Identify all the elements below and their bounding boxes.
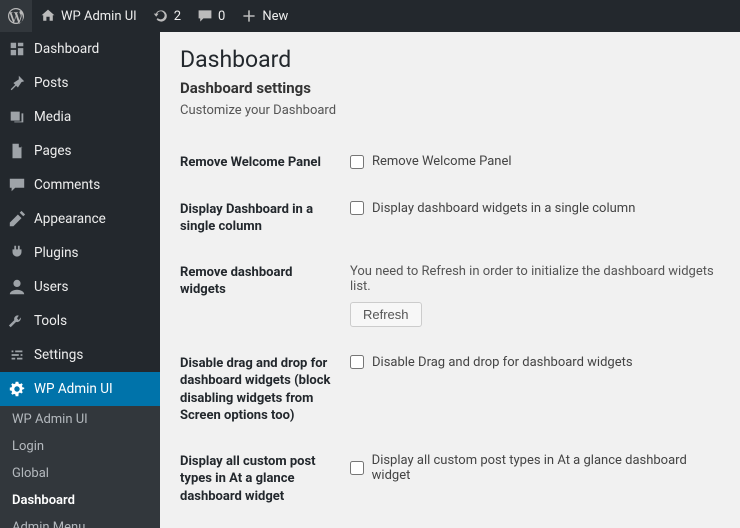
users-icon — [8, 278, 26, 296]
page-title: Dashboard — [180, 46, 720, 73]
new-link[interactable]: New — [233, 0, 296, 32]
menu-plugins[interactable]: Plugins — [0, 236, 160, 270]
page-description: Customize your Dashboard — [180, 103, 720, 118]
cb-single-col-text: Display dashboard widgets in a single co… — [372, 201, 635, 216]
menu-pages[interactable]: Pages — [0, 134, 160, 168]
update-icon — [153, 8, 169, 24]
comment-icon — [197, 8, 213, 24]
menu-label: Pages — [34, 143, 72, 159]
media-icon — [8, 108, 26, 126]
menu-label: Comments — [34, 177, 100, 193]
sub-dashboard[interactable]: Dashboard — [0, 487, 160, 514]
site-name-link[interactable]: WP Admin UI — [32, 0, 145, 32]
menu-posts[interactable]: Posts — [0, 66, 160, 100]
cb-disable-drag-label[interactable]: Disable Drag and drop for dashboard widg… — [350, 355, 633, 370]
site-name: WP Admin UI — [61, 9, 137, 24]
menu-label: Plugins — [34, 245, 79, 261]
menu-label: Posts — [34, 75, 68, 91]
cb-disable-drag-text: Disable Drag and drop for dashboard widg… — [372, 355, 633, 370]
th-remove-widgets: Remove dashboard widgets — [180, 250, 350, 341]
cb-cpt-glance[interactable] — [350, 461, 364, 475]
menu-label: Users — [34, 279, 68, 295]
sub-global[interactable]: Global — [0, 460, 160, 487]
refresh-note: You need to Refresh in order to initiali… — [350, 264, 720, 294]
menu-media[interactable]: Media — [0, 100, 160, 134]
sub-login[interactable]: Login — [0, 433, 160, 460]
cb-disable-drag[interactable] — [350, 355, 364, 369]
menu-label: Dashboard — [34, 41, 99, 57]
wordpress-icon — [8, 8, 24, 24]
submenu-wp-admin-ui: WP Admin UI Login Global Dashboard Admin… — [0, 406, 160, 528]
th-users-glance: Display number of users in At a glance d… — [180, 519, 350, 528]
wp-logo[interactable] — [0, 0, 32, 32]
cb-single-col-label[interactable]: Display dashboard widgets in a single co… — [350, 201, 635, 216]
cb-cpt-glance-label[interactable]: Display all custom post types in At a gl… — [350, 453, 720, 483]
comments-count: 0 — [218, 9, 225, 24]
menu-label: Settings — [34, 347, 83, 363]
th-remove-welcome: Remove Welcome Panel — [180, 140, 350, 187]
menu-comments[interactable]: Comments — [0, 168, 160, 202]
plugin-icon — [8, 244, 26, 262]
menu-dashboard[interactable]: Dashboard — [0, 32, 160, 66]
appearance-icon — [8, 210, 26, 228]
comments-icon — [8, 176, 26, 194]
plus-icon — [241, 8, 257, 24]
home-icon — [40, 8, 56, 24]
admin-bar: WP Admin UI 2 0 New — [0, 0, 740, 32]
pin-icon — [8, 74, 26, 92]
menu-label: WP Admin UI — [34, 381, 113, 397]
gear-icon — [8, 380, 26, 398]
cb-cpt-glance-text: Display all custom post types in At a gl… — [372, 453, 720, 483]
menu-label: Appearance — [34, 211, 106, 227]
main-content: Dashboard Dashboard settings Customize y… — [160, 32, 740, 528]
menu-tools[interactable]: Tools — [0, 304, 160, 338]
comments-link[interactable]: 0 — [189, 0, 233, 32]
settings-table: Remove Welcome Panel Remove Welcome Pane… — [180, 140, 720, 528]
page-subtitle: Dashboard settings — [180, 79, 720, 97]
admin-sidebar: Dashboard Posts Media Pages Comments App… — [0, 32, 160, 528]
menu-label: Media — [34, 109, 71, 125]
sub-admin-menu[interactable]: Admin Menu — [0, 514, 160, 528]
menu-appearance[interactable]: Appearance — [0, 202, 160, 236]
refresh-button[interactable]: Refresh — [350, 302, 422, 327]
settings-icon — [8, 346, 26, 364]
th-single-col: Display Dashboard in a single column — [180, 187, 350, 250]
th-disable-drag: Disable drag and drop for dashboard widg… — [180, 341, 350, 439]
th-cpt-glance: Display all custom post types in At a gl… — [180, 439, 350, 520]
menu-settings[interactable]: Settings — [0, 338, 160, 372]
tools-icon — [8, 312, 26, 330]
sub-wp-admin-ui[interactable]: WP Admin UI — [0, 406, 160, 433]
page-icon — [8, 142, 26, 160]
new-label: New — [262, 9, 288, 24]
updates-link[interactable]: 2 — [145, 0, 189, 32]
menu-users[interactable]: Users — [0, 270, 160, 304]
cb-single-col[interactable] — [350, 201, 364, 215]
menu-label: Tools — [34, 313, 67, 329]
cb-remove-welcome-text: Remove Welcome Panel — [372, 154, 512, 169]
menu-wp-admin-ui[interactable]: WP Admin UI — [0, 372, 160, 406]
updates-count: 2 — [174, 9, 181, 24]
cb-remove-welcome-label[interactable]: Remove Welcome Panel — [350, 154, 512, 169]
dashboard-icon — [8, 40, 26, 58]
cb-remove-welcome[interactable] — [350, 155, 364, 169]
